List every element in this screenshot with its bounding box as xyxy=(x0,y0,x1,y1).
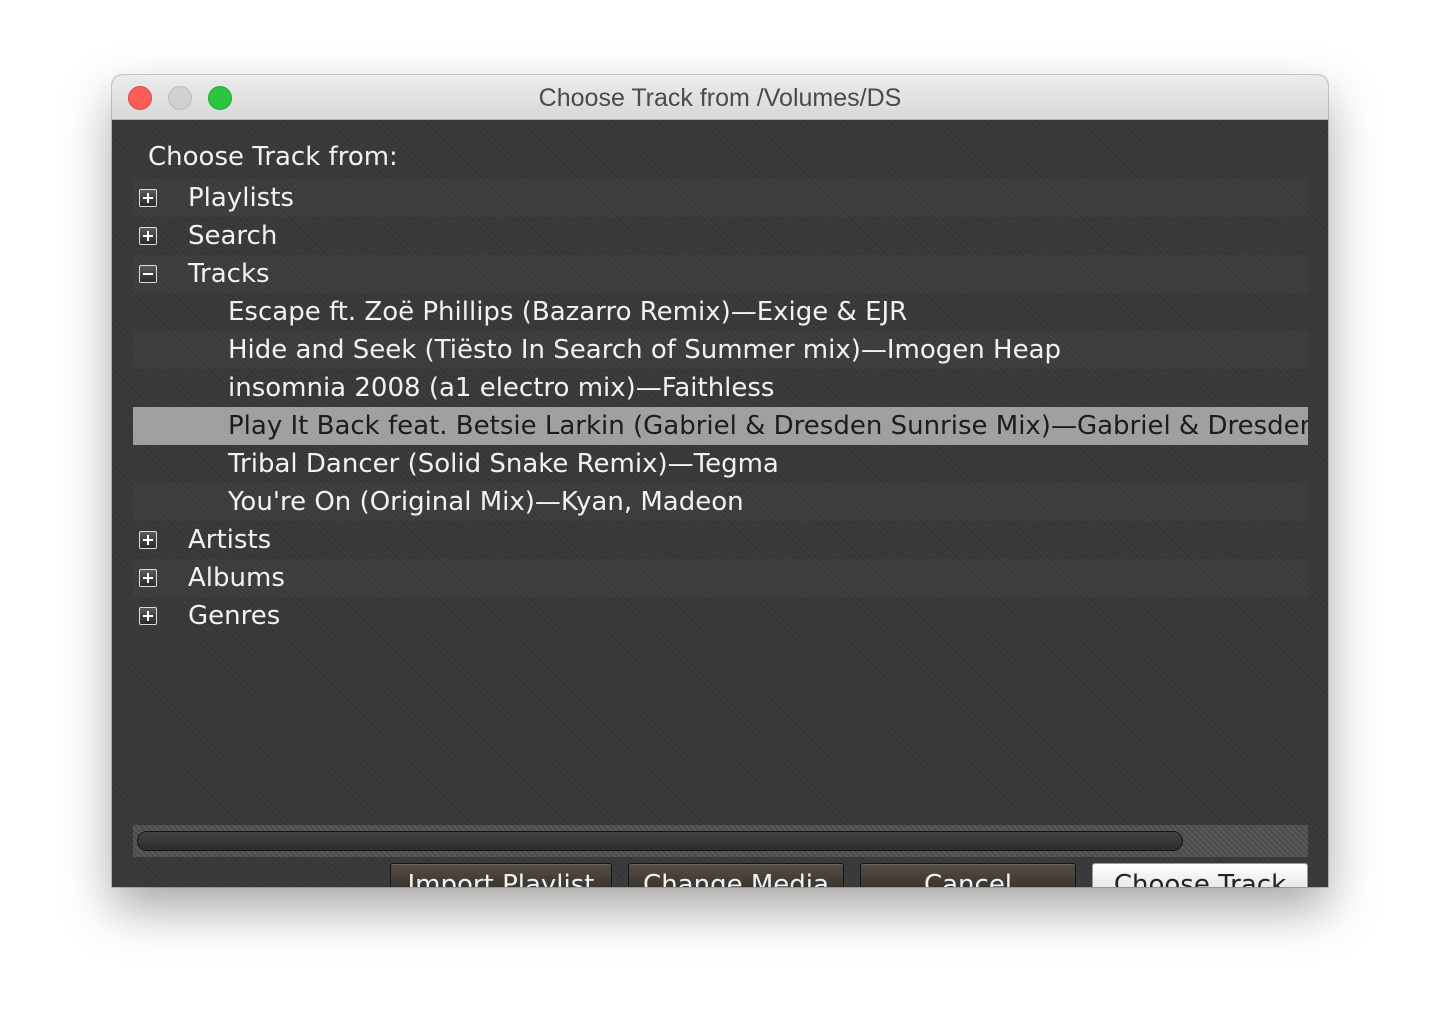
tree-group-search[interactable]: Search xyxy=(133,217,1308,255)
horizontal-scrollbar[interactable] xyxy=(133,825,1308,857)
choose-track-button[interactable]: Choose Track xyxy=(1092,863,1308,887)
expand-icon[interactable] xyxy=(139,227,157,245)
track-row[interactable]: Play It Back feat. Betsie Larkin (Gabrie… xyxy=(133,407,1308,445)
window-title: Choose Track from /Volumes/DS xyxy=(538,84,902,112)
tree-group-label: Search xyxy=(188,221,278,251)
tree-group-genres[interactable]: Genres xyxy=(133,597,1308,635)
tree-group-label: Playlists xyxy=(188,183,294,213)
collapse-icon[interactable] xyxy=(139,265,157,283)
tree-group-albums[interactable]: Albums xyxy=(133,559,1308,597)
expand-icon[interactable] xyxy=(139,569,157,587)
track-label: insomnia 2008 (a1 electro mix)—Faithless xyxy=(228,373,775,403)
track-row[interactable]: You're On (Original Mix)—Kyan, Madeon xyxy=(133,483,1308,521)
expand-icon[interactable] xyxy=(139,189,157,207)
tree-group-label: Artists xyxy=(188,525,272,555)
expand-icon[interactable] xyxy=(139,607,157,625)
tree-group-artists[interactable]: Artists xyxy=(133,521,1308,559)
media-tree[interactable]: Playlists Search Tracks Escape ft. Zoë Phil… xyxy=(133,179,1308,769)
import-playlist-button[interactable]: Import Playlist xyxy=(390,863,612,887)
track-label: Tribal Dancer (Solid Snake Remix)—Tegma xyxy=(228,449,779,479)
choose-track-dialog: Choose Track from /Volumes/DS Choose Tra… xyxy=(112,75,1328,887)
scrollbar-thumb[interactable] xyxy=(137,831,1183,851)
track-row[interactable]: Tribal Dancer (Solid Snake Remix)—Tegma xyxy=(133,445,1308,483)
tree-heading: Choose Track from: xyxy=(148,142,398,172)
cancel-button[interactable]: Cancel xyxy=(860,863,1076,887)
track-label: Escape ft. Zoë Phillips (Bazarro Remix)—… xyxy=(228,297,908,327)
expand-icon[interactable] xyxy=(139,531,157,549)
tree-group-tracks[interactable]: Tracks xyxy=(133,255,1308,293)
track-label: You're On (Original Mix)—Kyan, Madeon xyxy=(228,487,744,517)
track-label: Hide and Seek (Tiësto In Search of Summe… xyxy=(228,335,1062,365)
tree-group-label: Genres xyxy=(188,601,281,631)
tree-group-label: Albums xyxy=(188,563,285,593)
title-bar[interactable]: Choose Track from /Volumes/DS xyxy=(112,75,1328,120)
track-row[interactable]: insomnia 2008 (a1 electro mix)—Faithless xyxy=(133,369,1308,407)
change-media-button[interactable]: Change Media xyxy=(628,863,844,887)
track-row[interactable]: Hide and Seek (Tiësto In Search of Summe… xyxy=(133,331,1308,369)
tree-group-label: Tracks xyxy=(188,259,270,289)
track-label: Play It Back feat. Betsie Larkin (Gabrie… xyxy=(228,411,1308,441)
tree-group-playlists[interactable]: Playlists xyxy=(133,179,1308,217)
track-row[interactable]: Escape ft. Zoë Phillips (Bazarro Remix)—… xyxy=(133,293,1308,331)
dialog-content: Choose Track from: Playlists Search Tracks… xyxy=(112,120,1328,887)
